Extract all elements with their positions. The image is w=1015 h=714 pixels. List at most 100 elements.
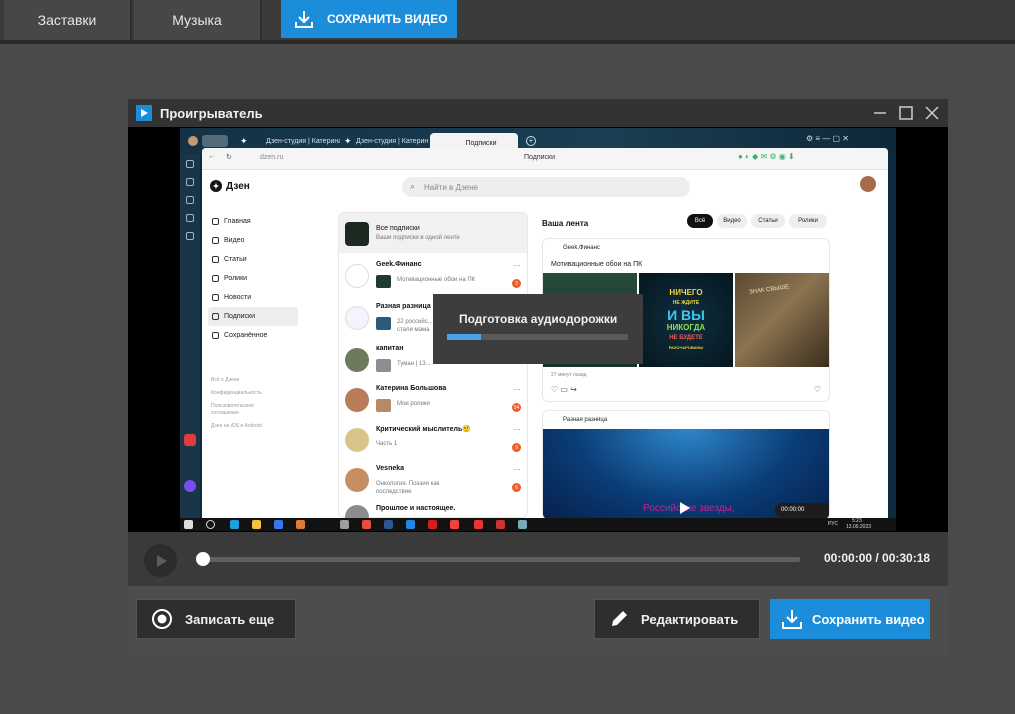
apps-icon[interactable] — [186, 214, 194, 222]
sub-desc: последствие — [376, 489, 412, 495]
play-icon[interactable] — [677, 501, 691, 515]
chip-shorts[interactable]: Ролики — [789, 214, 827, 228]
nav-subscriptions[interactable]: Подписки — [208, 307, 298, 326]
sub-name: Все подписки — [376, 225, 420, 232]
nav-shorts[interactable]: Ролики — [208, 269, 298, 288]
nav-home[interactable]: Главная — [208, 212, 298, 231]
app-icon[interactable] — [496, 520, 505, 529]
tab-music[interactable]: Музыка — [134, 0, 262, 40]
app-icon[interactable] — [296, 520, 305, 529]
footer-link[interactable]: Пользовательское — [211, 403, 301, 410]
tab-intros[interactable]: Заставки — [4, 0, 132, 40]
nav-label: Главная — [224, 218, 251, 225]
opera-icon[interactable] — [428, 520, 437, 529]
feed-card-2[interactable]: Разная разница Российские звезды, 00:00:… — [542, 410, 830, 518]
nav-label: Подписки — [224, 313, 256, 320]
card-image-3[interactable]: ЗНАК СВЫШЕ — [735, 273, 829, 367]
collections-icon[interactable] — [186, 178, 194, 186]
chip-all[interactable]: Всё — [687, 214, 713, 228]
home-icon — [212, 218, 219, 225]
taskbar-lang[interactable]: РУС — [828, 521, 838, 527]
app-tile-icon[interactable] — [184, 434, 196, 446]
record-again-button[interactable]: Записать еще — [136, 599, 296, 639]
sub-name: Geek.Финанс — [376, 261, 422, 268]
play-button[interactable] — [144, 544, 177, 577]
nav-news[interactable]: Новости — [208, 288, 298, 307]
seek-bar[interactable] — [196, 552, 800, 566]
seek-handle[interactable] — [196, 552, 210, 566]
sub-desc: Ваши подписки в одной ленте — [376, 235, 460, 241]
app-icon[interactable] — [518, 520, 527, 529]
more-icon[interactable]: ··· — [513, 425, 521, 434]
extensions-icon[interactable] — [186, 232, 194, 240]
list-item[interactable]: Прошлое и настоящее. — [339, 499, 527, 518]
dzen-search-input[interactable]: ⌕ Найти в Дзене — [402, 177, 690, 197]
card-image-2[interactable]: НИЧЕГО НЕ ЖДИТЕ И ВЫ НИКОГДА НЕ БУДЕТЕ Р… — [639, 273, 733, 367]
address-text[interactable]: dzen.ru — [260, 154, 283, 161]
back-icon[interactable]: ← — [208, 153, 215, 160]
video-area[interactable]: ✦ Дзен-студия | Катерина Б... ✦ Дзен-сту… — [128, 127, 948, 532]
list-item[interactable]: Критический мыслитель🤨 Часть 1 ··· 9 — [339, 419, 527, 459]
maximize-icon[interactable] — [898, 105, 914, 121]
close-icon[interactable] — [924, 105, 940, 121]
list-item[interactable]: Geek.Финанс Мотивационные обои на ПК ···… — [339, 255, 527, 295]
history-icon[interactable] — [186, 160, 194, 168]
nav-label: Сохранённое — [224, 332, 268, 339]
minimize-icon[interactable] — [872, 105, 888, 121]
opera-icon[interactable] — [450, 520, 459, 529]
avatar — [345, 388, 369, 412]
save-video-top-button[interactable]: СОХРАНИТЬ ВИДЕО — [281, 0, 457, 38]
app-icon[interactable] — [340, 520, 349, 529]
preparing-audio-overlay: Подготовка аудиодорожки — [433, 294, 643, 364]
explorer-icon[interactable] — [252, 520, 261, 529]
recorded-screen: ✦ Дзен-студия | Катерина Б... ✦ Дзен-сту… — [180, 128, 896, 531]
list-item[interactable]: Катерина Большова Мои ролики ··· 54 — [339, 379, 527, 419]
mail-icon[interactable] — [406, 520, 415, 529]
toolbar-extension-icons[interactable]: ● ◐ ◆ ✉ ⚙ ◉ ⬇ — [738, 152, 795, 161]
mini-player-bar[interactable]: 00:00:00 — [775, 503, 829, 517]
start-icon[interactable] — [184, 520, 193, 529]
chip-video[interactable]: Видео — [717, 214, 747, 228]
more-icon[interactable]: ··· — [513, 465, 521, 474]
reload-icon[interactable]: ↻ — [226, 153, 232, 161]
new-tab-icon[interactable]: + — [526, 136, 536, 146]
taskbar-date[interactable]: 13.09.2023 — [846, 524, 871, 530]
downloads-icon[interactable] — [186, 196, 194, 204]
card-subtitle: Мотивационные обои на ПК — [551, 261, 643, 268]
footer-link[interactable]: соглашение — [211, 410, 301, 417]
firefox-icon[interactable] — [362, 520, 371, 529]
footer-link[interactable]: Конфиденциальность — [211, 387, 301, 400]
more-icon[interactable]: ··· — [513, 385, 521, 394]
list-item[interactable]: Все подписки Ваши подписки в одной ленте — [339, 213, 527, 253]
dislike-icon[interactable]: ♡ — [814, 385, 821, 394]
more-icon[interactable]: ··· — [513, 261, 521, 270]
edge-icon[interactable] — [230, 520, 239, 529]
word-icon[interactable] — [384, 520, 393, 529]
preparing-progress-fill — [447, 334, 482, 340]
card-actions-icons[interactable]: ♡ ▭ ↪ — [551, 385, 577, 394]
chip-articles[interactable]: Статьи — [751, 214, 785, 228]
nav-video[interactable]: Видео — [208, 231, 298, 250]
page-title: Подписки — [524, 154, 556, 161]
footer-link[interactable]: Дзен на iOS и Android — [211, 420, 301, 433]
search-icon[interactable] — [206, 520, 215, 529]
address-bar[interactable]: ← ↻ dzen.ru Подписки ● ◐ ◆ ✉ ⚙ ◉ ⬇ — [202, 148, 888, 170]
footer-link[interactable]: Всё о Дзене — [211, 374, 301, 387]
avatar — [345, 468, 369, 492]
user-avatar[interactable] — [860, 176, 876, 192]
pencil-icon — [612, 611, 627, 626]
dzen-logo[interactable]: Дзен — [210, 180, 250, 192]
sub-desc: Онкология. Поэзия как — [376, 481, 440, 487]
nav-articles[interactable]: Статьи — [208, 250, 298, 269]
window-controls-icons: ⚙ ≡ — ▢ ✕ — [806, 134, 849, 143]
save-video-button[interactable]: Сохранить видео — [770, 599, 930, 639]
app-icon[interactable] — [274, 520, 283, 529]
image-text: НЕ БУДЕТЕ — [669, 334, 703, 341]
yandex-icon[interactable] — [474, 520, 483, 529]
nav-saved[interactable]: Сохранённое — [208, 326, 298, 345]
alice-icon[interactable] — [184, 480, 196, 492]
edit-button[interactable]: Редактировать — [594, 599, 760, 639]
dzen-tab-icon: ✦ — [240, 136, 248, 146]
toolbar-edge — [0, 40, 1015, 44]
list-item[interactable]: Vesneka Онкология. Поэзия как последстви… — [339, 459, 527, 499]
